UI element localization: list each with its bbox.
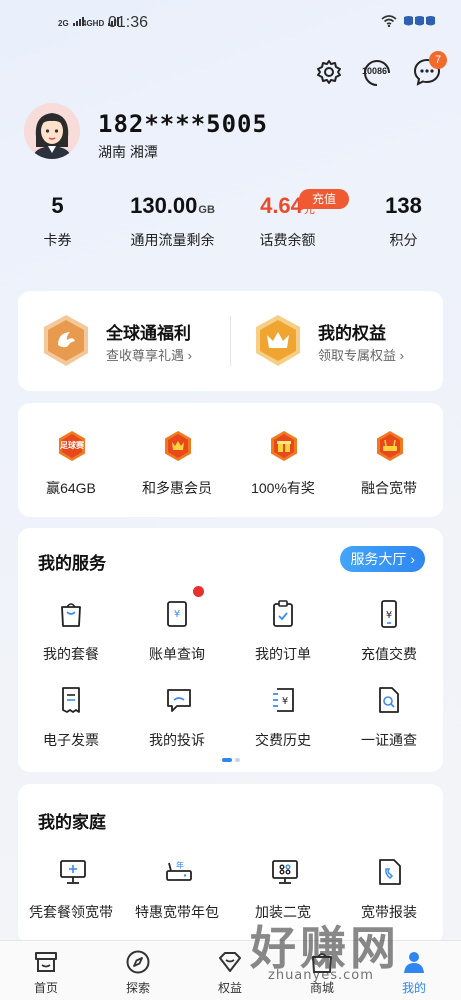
status-bar: 2G 4GHD 01:36 (0, 0, 461, 48)
promo-label: 赢64GB (46, 480, 96, 496)
benefit-subtitle: 查收尊享礼遇 › (106, 348, 192, 363)
stat-points[interactable]: 138 积分 (346, 190, 461, 250)
service-label: 宽带报装 (361, 904, 417, 920)
invoice-icon (62, 687, 80, 713)
annual-router-icon: 年 (166, 860, 192, 881)
crown-badge-icon (165, 431, 191, 461)
phone-call-doc-icon (379, 859, 401, 885)
user-icon (404, 952, 424, 973)
gift-box-icon (271, 431, 297, 461)
nav-mine[interactable]: 我的 (368, 941, 460, 1000)
service-label: 账单查询 (149, 646, 205, 662)
payment-history-icon: ¥ (273, 688, 294, 712)
benefit-subtitle: 领取专属权益 › (318, 348, 404, 363)
settings-button[interactable] (311, 54, 347, 90)
location: 湖南 湘潭 (98, 144, 158, 160)
messages-button[interactable]: 7 (409, 51, 447, 90)
router-icon (377, 431, 403, 461)
service-label: 一证通查 (361, 732, 417, 748)
service-label: 特惠宽带年包 (135, 904, 219, 920)
promo-item-member[interactable]: 和多惠会员 (124, 403, 230, 518)
diamond-icon (219, 952, 241, 972)
my-rights-item[interactable]: 我的权益 领取专属权益 › (230, 291, 442, 391)
service-label: 我的套餐 (43, 646, 99, 662)
bill-icon: ¥ (167, 601, 187, 627)
bottom-navigation: 首页 探索 权益 商城 我的 (0, 940, 461, 1000)
network-indicator-1: 2G (58, 16, 84, 28)
page-indicator (222, 758, 240, 762)
clipboard-check-icon (273, 600, 293, 627)
document-search-icon (379, 687, 399, 713)
add-broadband-icon (272, 860, 298, 884)
promo-item-64gb[interactable]: 足球赛 赢64GB (18, 403, 124, 518)
service-label: 加装二宽 (255, 904, 311, 920)
notification-dot (193, 586, 204, 597)
nav-label: 首页 (33, 981, 58, 995)
shopping-bag-icon (61, 603, 81, 627)
phone-payment-icon: ¥ (381, 600, 397, 628)
service-label: 我的订单 (255, 646, 311, 662)
global-pass-icon (44, 315, 88, 366)
stat-coupons[interactable]: 5 卡券 (0, 190, 115, 250)
recharge-tag[interactable]: 充值 (299, 189, 349, 209)
benefit-title: 全球通福利 (106, 324, 191, 343)
svg-text:¥: ¥ (282, 696, 288, 707)
promo-item-prize[interactable]: 100%有奖 (230, 403, 336, 518)
phone-number: 182****5005 (98, 110, 268, 138)
monitor-icon (60, 860, 86, 884)
nav-label: 商城 (309, 981, 334, 995)
svg-text:¥: ¥ (174, 609, 180, 620)
family-card: 我的家庭 凭套餐领宽带 年 特惠宽带年包 加装二宽 宽带报装 (18, 784, 443, 944)
benefit-title: 我的权益 (318, 324, 386, 343)
stat-data-remaining[interactable]: 130.00GB 通用流量剩余 (115, 190, 230, 250)
compass-icon (126, 950, 150, 974)
home-icon (35, 952, 57, 972)
service-label: 充值交费 (361, 646, 417, 662)
crown-icon (256, 315, 300, 366)
svg-text:年: 年 (176, 860, 184, 870)
service-label: 交费历史 (255, 732, 311, 748)
promo-label: 100%有奖 (251, 480, 315, 496)
hotline-button[interactable]: 10086 (359, 54, 395, 90)
nav-explore[interactable]: 探索 (92, 941, 184, 1000)
nav-rights[interactable]: 权益 (184, 941, 276, 1000)
account-stats: 5 卡券 130.00GB 通用流量剩余 4.64元 话费余额 138 积分 (0, 190, 461, 270)
nav-label: 探索 (125, 981, 150, 995)
promo-item-broadband[interactable]: 融合宽带 (336, 403, 442, 518)
family-title: 我的家庭 (38, 813, 106, 832)
svg-text:¥: ¥ (386, 610, 392, 621)
promo-label: 融合宽带 (361, 480, 417, 496)
avatar[interactable] (24, 103, 80, 159)
service-label: 电子发票 (43, 732, 99, 748)
hotline-label: 10086 (362, 66, 388, 76)
wifi-icon (381, 15, 397, 27)
battery-icon (404, 16, 435, 26)
nav-home[interactable]: 首页 (0, 941, 92, 1000)
service-label: 凭套餐领宽带 (29, 904, 113, 920)
messages-badge: 7 (429, 51, 447, 69)
status-time: 01:36 (108, 14, 149, 31)
shopping-bag-icon (312, 953, 332, 973)
promo-label: 和多惠会员 (142, 480, 212, 496)
nav-label: 权益 (217, 981, 242, 995)
services-title: 我的服务 (38, 554, 106, 573)
nav-label: 我的 (401, 981, 426, 995)
nav-mall[interactable]: 商城 (276, 941, 368, 1000)
promo-card: 足球赛 赢64GB 和多惠会员 100%有奖 融合宽带 (18, 403, 443, 517)
global-benefits-item[interactable]: 全球通福利 查收尊享礼遇 › (18, 291, 230, 391)
benefits-card: 全球通福利 查收尊享礼遇 › 我的权益 领取专属权益 › (18, 291, 443, 391)
complaint-chat-icon (167, 689, 191, 712)
promo-icon-text: 足球赛 (60, 441, 84, 450)
gear-icon (317, 60, 341, 84)
service-label: 我的投诉 (149, 732, 205, 748)
services-card: 我的服务 服务大厅 › 我的套餐 ¥ 账单查询 我的订单 ¥ 充值交费 电子发票… (18, 528, 443, 772)
service-hall-button[interactable]: 服务大厅 › (340, 546, 425, 572)
